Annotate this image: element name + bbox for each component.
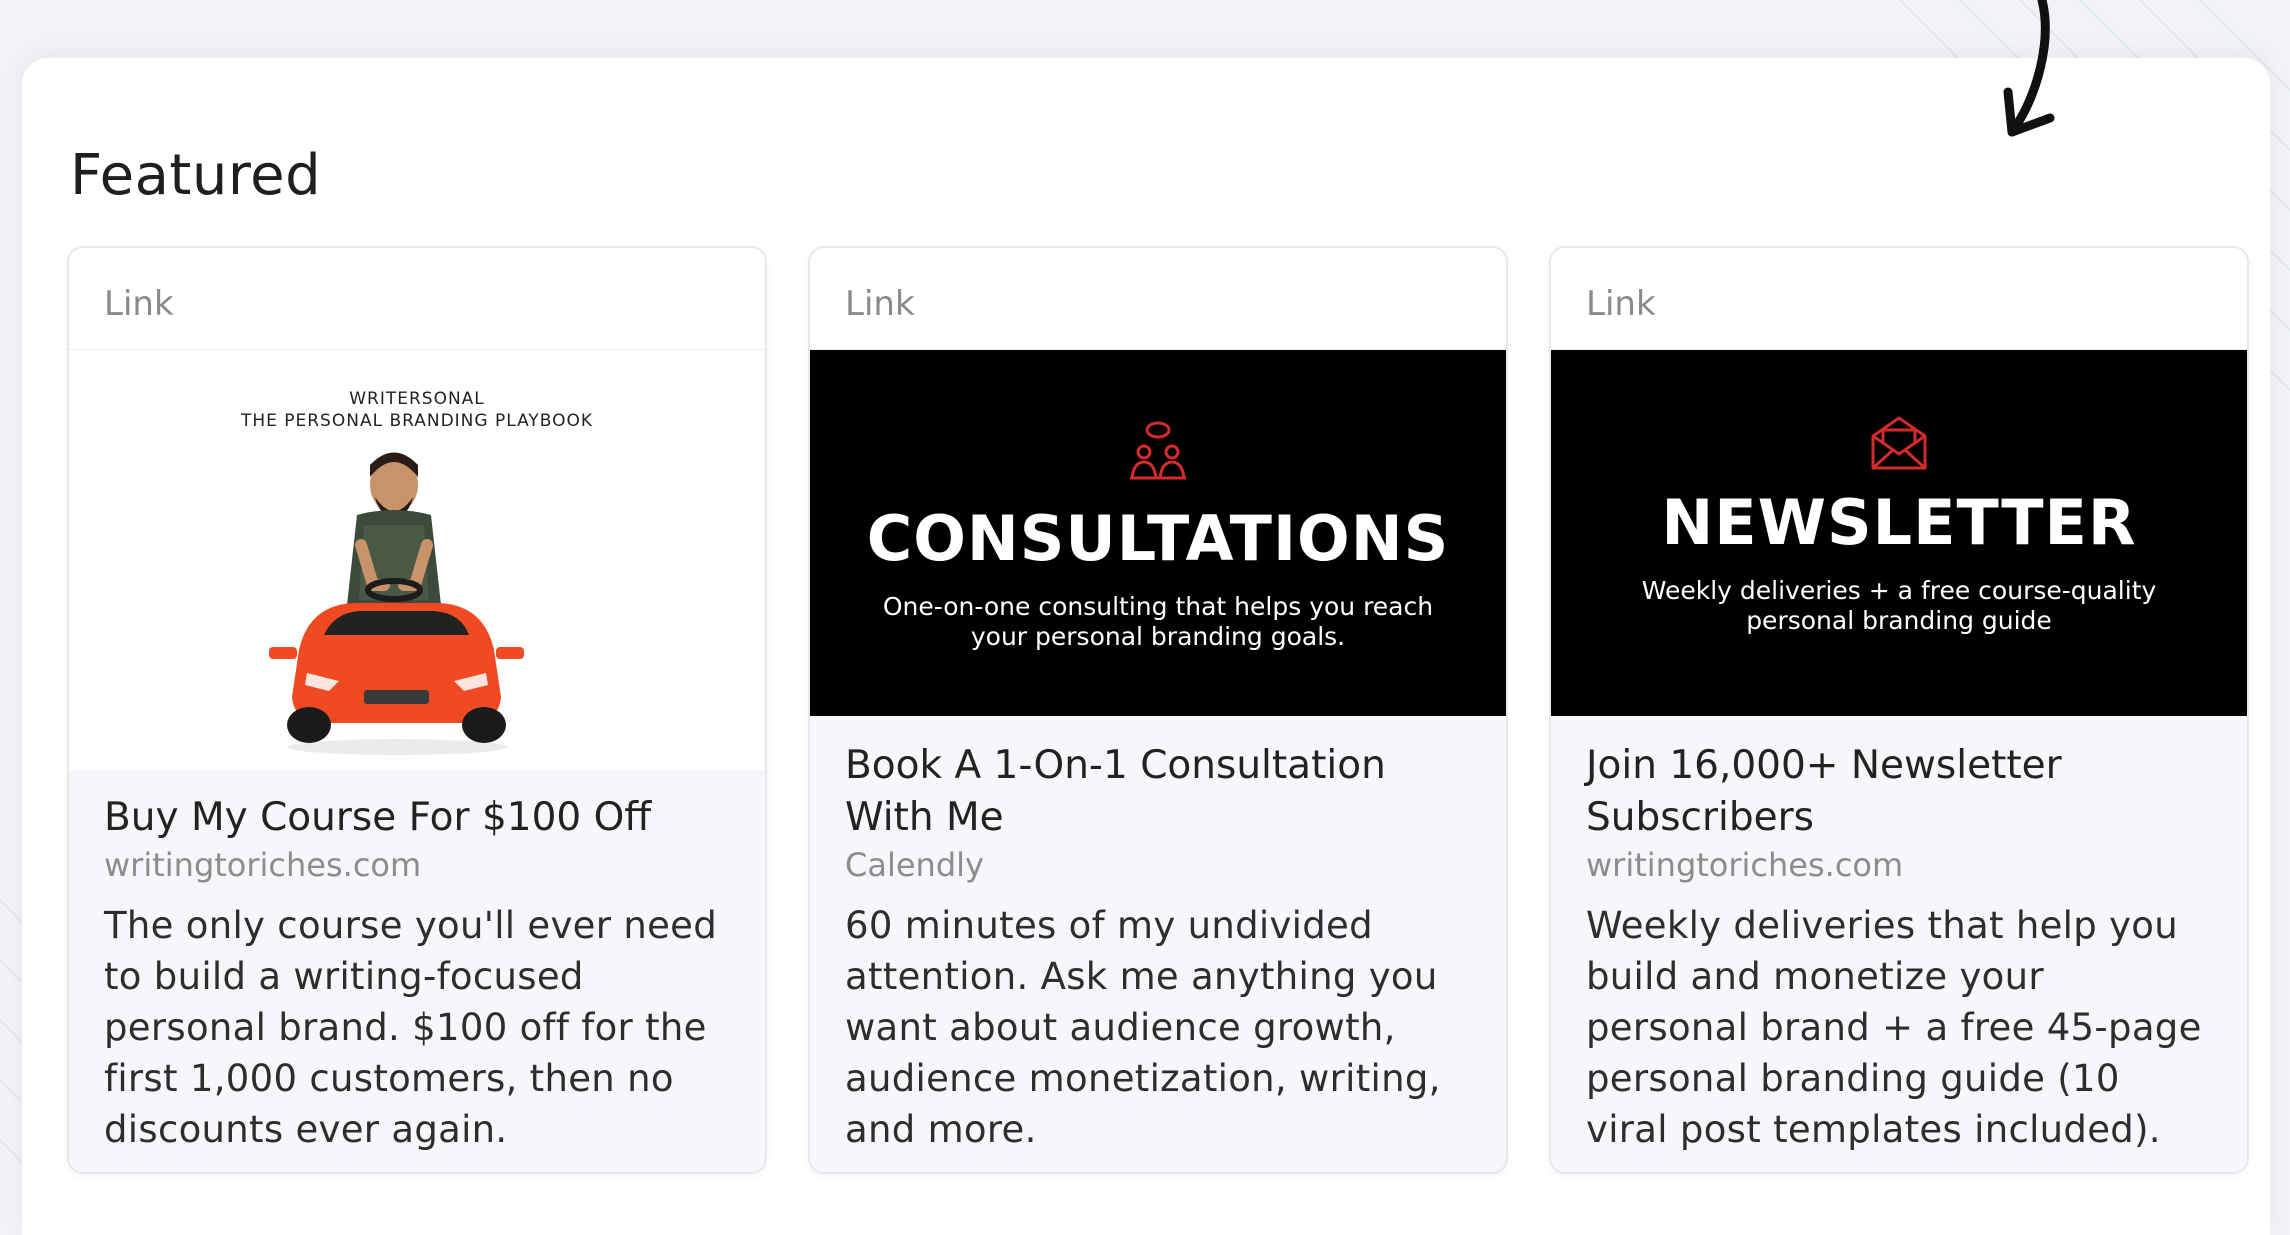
featured-card-newsletter[interactable]: Link NEWSLETTER Weekly deliveries + a fr…: [1549, 246, 2249, 1174]
banner-subtext: One-on-one consulting that helps you rea…: [882, 592, 1434, 651]
card-type-label: Link: [810, 248, 1506, 350]
playbook-header-line2: THE PERSONAL BRANDING PLAYBOOK: [240, 411, 594, 431]
envelope-icon: [1871, 416, 1927, 470]
card-type-label: Link: [1551, 248, 2247, 350]
card-thumbnail[interactable]: WRITERSONAL THE PERSONAL BRANDING PLAYBO…: [69, 350, 765, 770]
featured-card-course[interactable]: Link WRITERSONAL THE PERSONAL BRANDING P…: [67, 246, 767, 1174]
card-description: The only course you'll ever need to buil…: [104, 904, 717, 1151]
newsletter-banner: NEWSLETTER Weekly deliveries + a free co…: [1551, 350, 2247, 716]
card-body: Book A 1-On-1 Consultation With Me Calen…: [810, 716, 1506, 1155]
person-in-red-toy-car-illustration: [269, 452, 524, 755]
consultations-banner: CONSULTATIONS One-on-one consulting that…: [810, 350, 1506, 716]
playbook-header-line1: WRITERSONAL: [349, 389, 485, 409]
banner-heading: NEWSLETTER: [1661, 486, 2137, 559]
card-source: writingtoriches.com: [104, 846, 422, 884]
banner-subtext: Weekly deliveries + a free course-qualit…: [1641, 576, 2157, 635]
banner-heading: CONSULTATIONS: [866, 502, 1450, 575]
hand-drawn-arrow-icon: [2003, 0, 2055, 137]
card-source: writingtoriches.com: [1586, 846, 1904, 884]
people-chat-icon: [1130, 421, 1186, 480]
featured-card-consultation[interactable]: Link CONSULTATIONS One-on-one consulting…: [808, 246, 1508, 1174]
card-source: Calendly: [845, 846, 984, 884]
card-body: Join 16,000+ Newsletter Subscribers writ…: [1551, 716, 2247, 1155]
card-thumbnail[interactable]: NEWSLETTER Weekly deliveries + a free co…: [1551, 350, 2247, 716]
section-title: Featured: [70, 143, 322, 208]
card-description: Weekly deliveries that help you build an…: [1586, 904, 2202, 1151]
playbook-header: WRITERSONAL THE PERSONAL BRANDING PLAYBO…: [69, 388, 765, 432]
card-description: 60 minutes of my undivided attention. As…: [845, 904, 1441, 1151]
card-type-label: Link: [69, 248, 765, 350]
card-title[interactable]: Buy My Course For $100 Off: [104, 792, 730, 844]
card-thumbnail[interactable]: CONSULTATIONS One-on-one consulting that…: [810, 350, 1506, 716]
card-title[interactable]: Book A 1-On-1 Consultation With Me: [845, 740, 1471, 844]
card-body: Buy My Course For $100 Off writingtorich…: [69, 770, 765, 1155]
card-title[interactable]: Join 16,000+ Newsletter Subscribers: [1586, 740, 2212, 844]
